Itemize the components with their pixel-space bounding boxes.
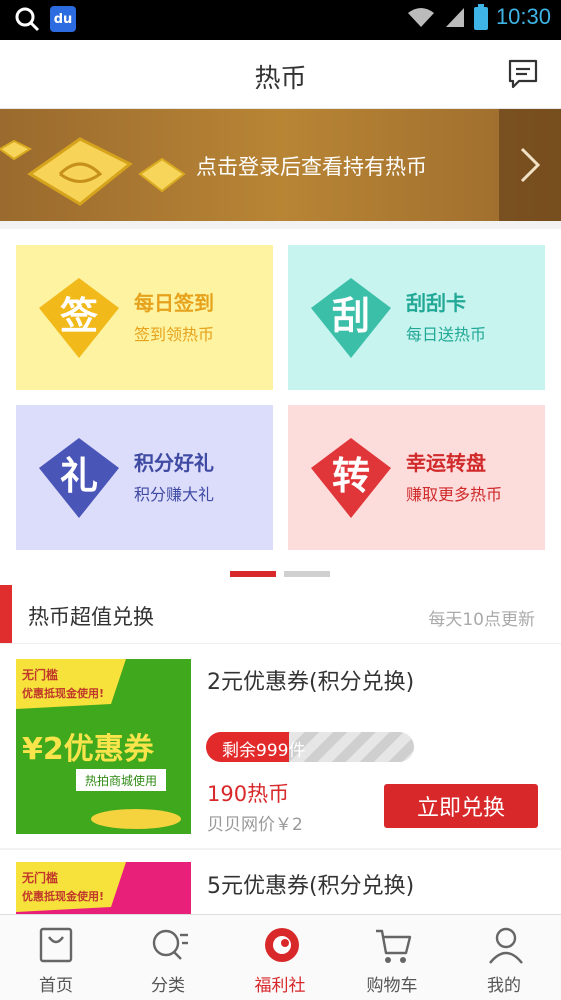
wheel-badge-icon: 转 <box>311 438 391 518</box>
baidu-icon-text: du <box>53 11 73 27</box>
coupon-thumbnail: 无门槛 优惠抵现金使用! <box>16 862 191 914</box>
coupon-tag-sub: 优惠抵现金使用! <box>22 889 104 903</box>
wifi-icon <box>407 8 434 27</box>
card-title: 刮刮卡 <box>406 291 466 315</box>
tab-category[interactable]: 分类 <box>112 915 224 1000</box>
coupon-tag: 无门槛 <box>21 870 58 885</box>
tab-label: 福利社 <box>254 976 306 996</box>
item-name: 5元优惠券(积分兑换) <box>207 874 415 899</box>
coupon-tag-sub: 优惠抵现金使用! <box>22 686 104 700</box>
item-price: 190热币 <box>207 782 290 806</box>
pager-dot[interactable] <box>284 571 330 577</box>
section-title: 热币超值兑换 <box>28 605 154 629</box>
banner-next-button[interactable] <box>499 109 561 221</box>
exchange-section-header: 热币超值兑换 每天10点更新 <box>0 585 561 644</box>
card-subtitle: 签到领热币 <box>134 325 215 344</box>
login-banner[interactable]: 点击登录后查看持有热币 <box>0 109 561 221</box>
card-subtitle: 赚取更多热币 <box>406 485 503 504</box>
coins-illustration <box>0 137 186 206</box>
section-update-note: 每天10点更新 <box>428 610 535 630</box>
badge-glyph: 礼 <box>60 454 98 498</box>
section-accent-bar <box>0 585 12 643</box>
coupon-usage: 热拍商城使用 <box>85 773 157 788</box>
bag-icon <box>39 927 73 963</box>
tab-profile[interactable]: 我的 <box>448 915 560 1000</box>
search-icon <box>15 7 40 32</box>
tab-home[interactable]: 首页 <box>0 915 112 1000</box>
bottom-tab-bar: 首页 分类 福利社 购物车 我的 <box>0 914 561 1000</box>
points-gift-card[interactable]: 礼 积分好礼 积分赚大礼 <box>16 405 273 550</box>
banner-text: 点击登录后查看持有热币 <box>196 155 427 179</box>
status-bar-left: du <box>14 6 76 32</box>
message-icon[interactable] <box>507 58 539 90</box>
title-bar: 热币 <box>0 40 561 109</box>
lucky-wheel-card[interactable]: 转 幸运转盘 赚取更多热币 <box>288 405 545 550</box>
coupon-thumbnail: 无门槛 优惠抵现金使用! ¥2优惠券 热拍商城使用 <box>16 659 191 834</box>
status-bar: du 10:30 <box>0 0 561 40</box>
tab-label: 首页 <box>39 976 73 996</box>
status-bar-right: 10:30 <box>406 4 551 30</box>
card-subtitle: 积分赚大礼 <box>134 485 215 504</box>
welfare-icon <box>265 928 299 962</box>
cart-icon <box>376 929 412 963</box>
tab-label: 购物车 <box>366 976 418 996</box>
battery-icon <box>473 4 488 30</box>
coupon-thumbnail-art: 无门槛 优惠抵现金使用! <box>16 862 126 912</box>
badge-glyph: 转 <box>332 454 370 498</box>
category-search-icon <box>152 929 188 960</box>
stock-remaining: 剩余999件 <box>222 741 306 761</box>
scratch-card-card[interactable]: 刮 刮刮卡 每日送热币 <box>288 245 545 390</box>
baidu-icon: du <box>50 6 76 32</box>
clock: 10:30 <box>495 4 551 29</box>
daily-signin-card[interactable]: 签 每日签到 签到领热币 <box>16 245 273 390</box>
signal-icon <box>445 8 464 27</box>
tab-label: 分类 <box>151 976 185 996</box>
tab-label: 我的 <box>487 976 521 996</box>
pager-indicator <box>0 565 561 585</box>
card-title: 幸运转盘 <box>406 451 486 475</box>
activity-grid: 签 每日签到 签到领热币 刮 刮刮卡 每日送热币 礼 积分好礼 积分赚大礼 转 … <box>0 229 561 565</box>
scratch-badge-icon: 刮 <box>311 278 391 358</box>
exchange-item[interactable]: 无门槛 优惠抵现金使用! 5元优惠券(积分兑换) <box>0 850 561 914</box>
gift-badge-icon: 礼 <box>39 438 119 518</box>
tab-cart[interactable]: 购物车 <box>336 915 448 1000</box>
page-title: 热币 <box>254 64 307 94</box>
chevron-right-icon <box>520 147 541 183</box>
coupon-tag: 无门槛 <box>21 667 58 682</box>
card-subtitle: 每日送热币 <box>406 325 487 344</box>
tab-welfare[interactable]: 福利社 <box>224 915 336 1000</box>
card-title: 积分好礼 <box>134 451 214 475</box>
badge-glyph: 签 <box>60 294 98 338</box>
coupon-amount: ¥2优惠券 <box>22 732 155 767</box>
badge-glyph: 刮 <box>332 294 370 338</box>
pager-dot[interactable] <box>230 571 276 577</box>
user-icon <box>489 927 523 964</box>
item-name: 2元优惠券(积分兑换) <box>207 670 415 695</box>
card-title: 每日签到 <box>134 291 214 315</box>
stock-progress-bar: 剩余999件 <box>206 732 414 762</box>
signin-badge-icon: 签 <box>39 278 119 358</box>
item-reference-price: 贝贝网价￥2 <box>207 815 303 835</box>
exchange-button[interactable]: 立即兑换 <box>384 784 538 828</box>
coupon-thumbnail-art: 无门槛 优惠抵现金使用! ¥2优惠券 热拍商城使用 <box>16 659 181 829</box>
exchange-item[interactable]: 无门槛 优惠抵现金使用! ¥2优惠券 热拍商城使用 2元优惠券(积分兑换) 剩余… <box>0 644 561 848</box>
